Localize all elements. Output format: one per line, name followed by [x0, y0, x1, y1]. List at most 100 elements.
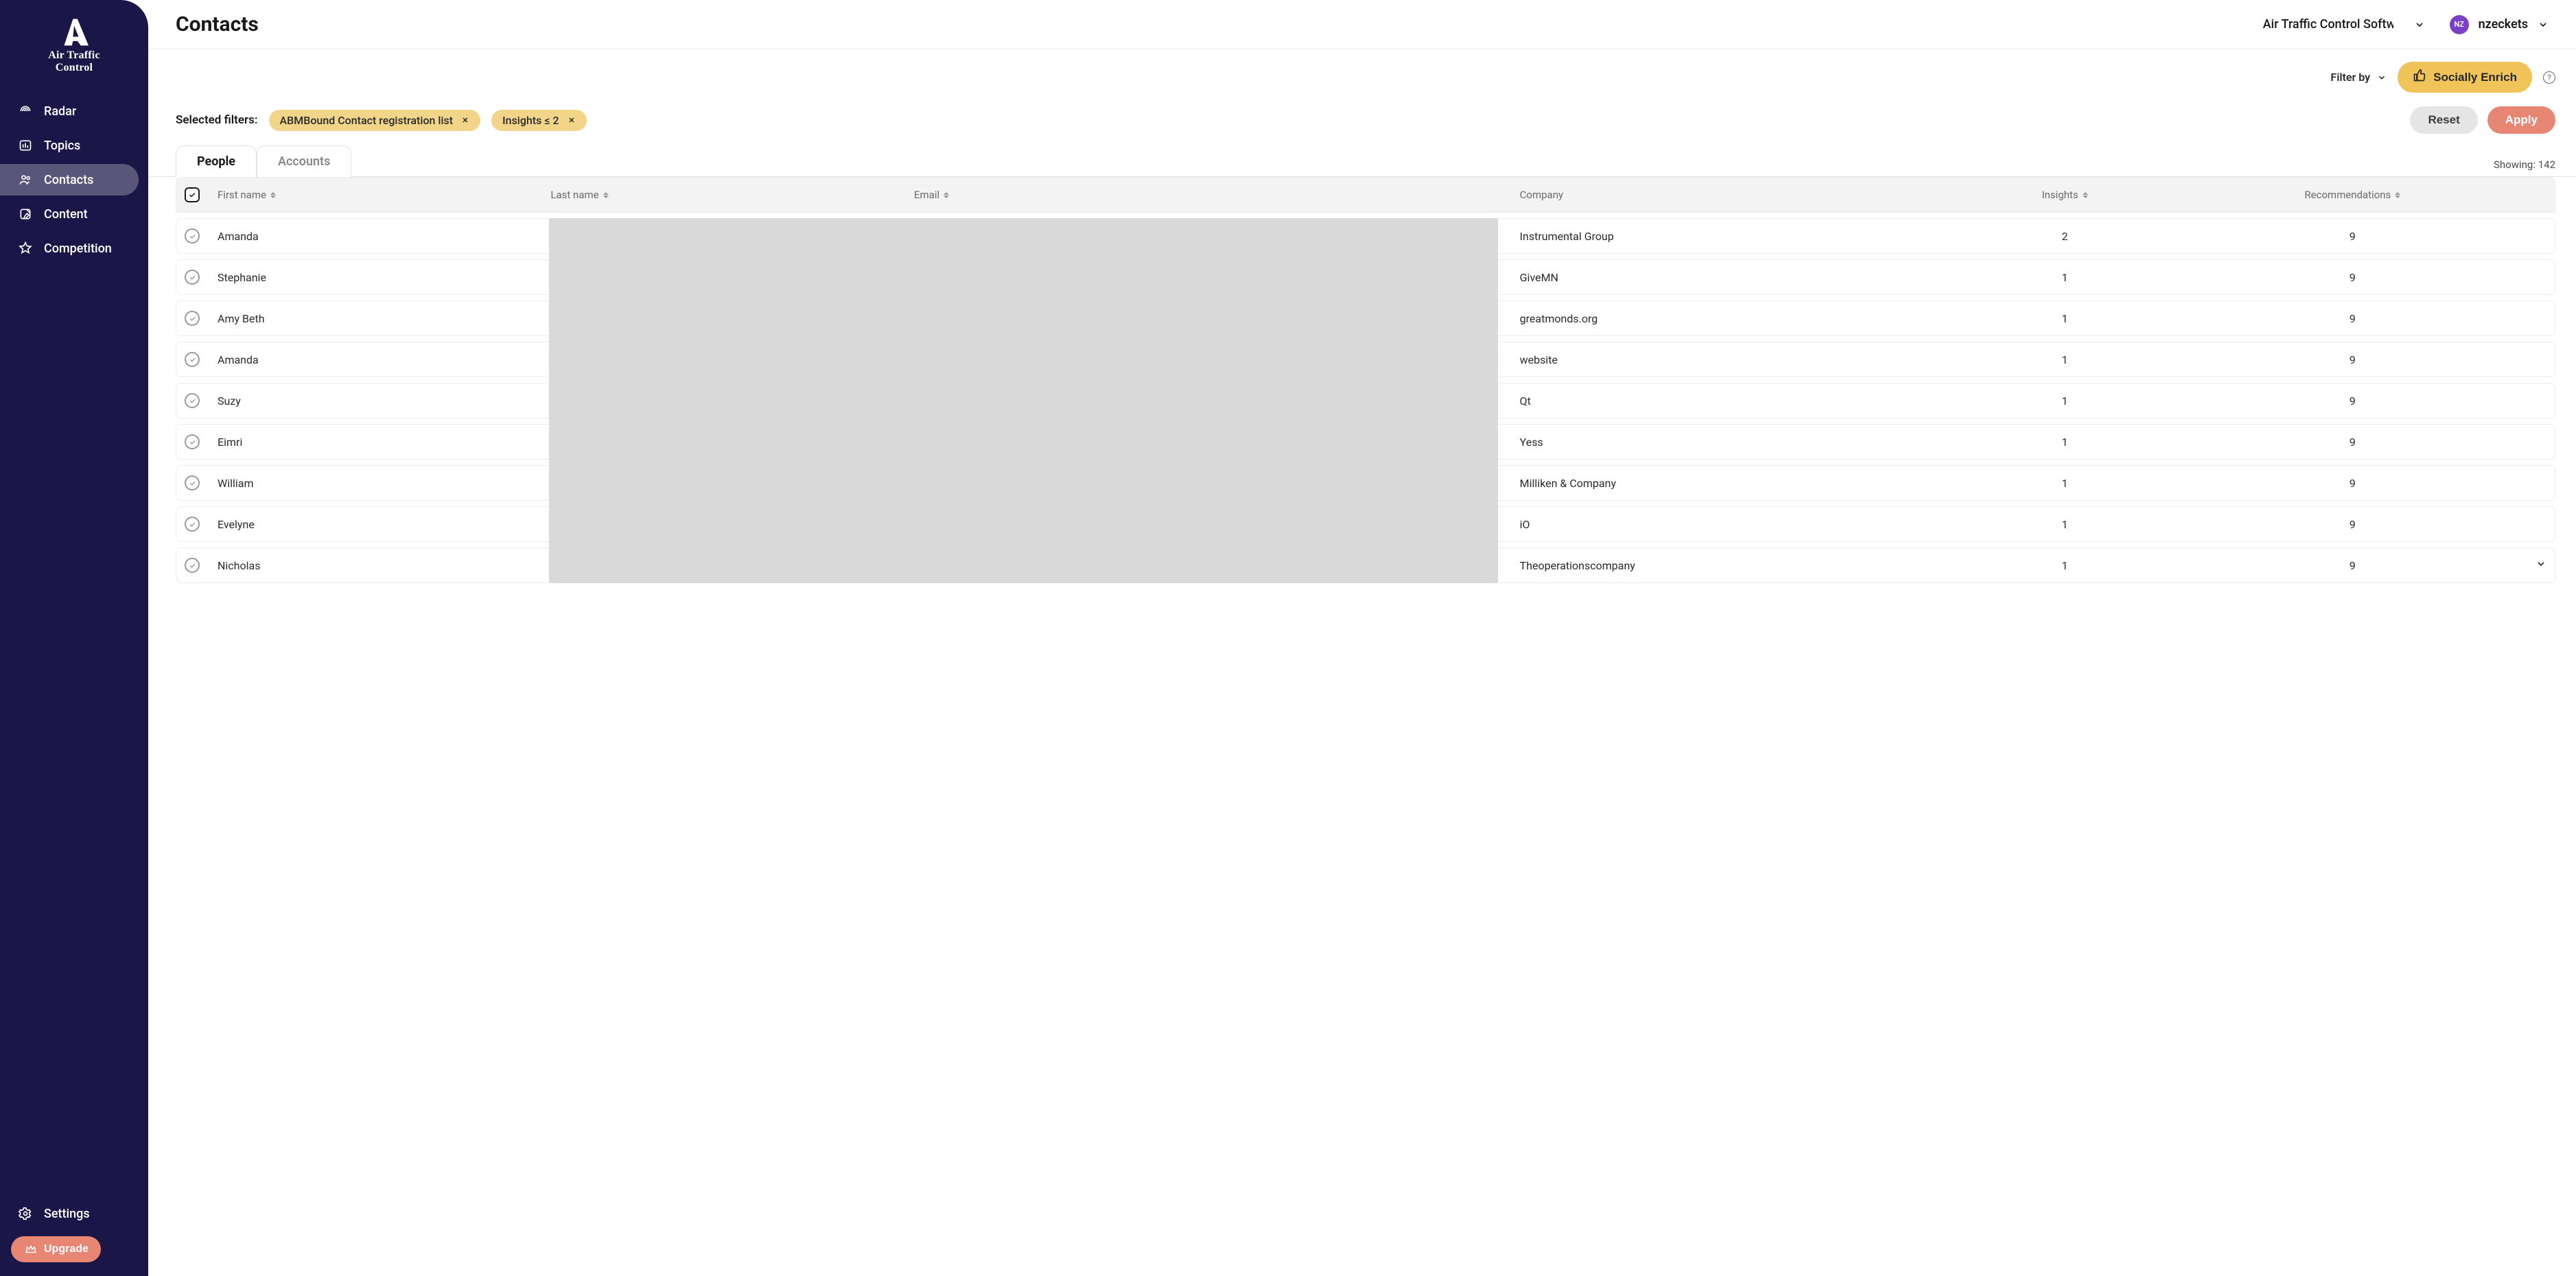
filter-chip: Insights ≤ 2 [491, 110, 586, 131]
table-row[interactable]: EvelyneBerdenevelyne.berden@iodigital.co… [176, 506, 2555, 542]
tab-accounts[interactable]: Accounts [257, 145, 351, 177]
col-email[interactable]: Email [914, 189, 1520, 201]
help-icon[interactable]: ? [2543, 71, 2555, 84]
nav-settings[interactable]: Settings [0, 1198, 139, 1229]
filters-row: Selected filters: ABMBound Contact regis… [148, 98, 2576, 145]
sort-icon [270, 192, 276, 198]
row-checkbox[interactable] [185, 393, 200, 408]
cell-email: nick@theoperationscompany.com [914, 559, 1520, 572]
table-row[interactable]: AmandaBagleya@amandalucybagley.comwebsit… [176, 342, 2555, 377]
main-content: Contacts Air Traffic Control Softwa NZ n… [148, 0, 2576, 1276]
selected-filters-label: Selected filters: [176, 113, 258, 127]
table-row[interactable]: Amy BethAschermanamy.ascherman@greatmond… [176, 300, 2555, 336]
nav-label: Topics [44, 139, 80, 153]
workspace-selector[interactable]: Air Traffic Control Softwa [2263, 17, 2425, 32]
chevron-down-icon [2538, 19, 2549, 30]
chip-remove[interactable] [567, 116, 576, 124]
col-insights[interactable]: Insights [2041, 189, 2087, 201]
nav-label: Competition [44, 241, 112, 256]
cell-first-name: Evelyne [218, 518, 550, 531]
chip-remove[interactable] [461, 116, 469, 124]
sidebar: Air Traffic Control Radar Topics [0, 0, 148, 1276]
enrich-label: Socially Enrich [2433, 71, 2517, 84]
nav-topics[interactable]: Topics [0, 130, 139, 161]
workspace-name: Air Traffic Control Softwa [2263, 17, 2393, 32]
avatar: NZ [2450, 15, 2469, 34]
cell-insights: 1 [1943, 394, 2186, 407]
cell-last-name: Bar [550, 436, 914, 449]
toolbar: Filter by Socially Enrich ? [148, 49, 2576, 98]
cell-insights: 1 [1943, 436, 2186, 449]
tab-people[interactable]: People [176, 145, 257, 177]
nav-label: Contacts [44, 173, 93, 187]
select-all-checkbox[interactable] [185, 187, 200, 202]
competition-icon [18, 241, 33, 256]
filter-by-dropdown[interactable]: Filter by [2330, 71, 2387, 84]
table-row[interactable]: AmandaAlthausaalthaus@instrumental.netIn… [176, 218, 2555, 254]
table-row[interactable]: NicholasBertolinonick@theoperationscompa… [176, 547, 2555, 583]
nav-label: Radar [44, 104, 76, 119]
cell-insights: 1 [1943, 312, 2186, 325]
upgrade-button[interactable]: Upgrade [11, 1236, 101, 1262]
row-checkbox[interactable] [185, 270, 200, 285]
cell-first-name: William [218, 477, 550, 490]
cell-last-name: Berden [550, 518, 914, 531]
cell-company: Qt [1520, 394, 1944, 407]
cell-company: Yess [1520, 436, 1944, 449]
nav-content[interactable]: Content [0, 198, 139, 230]
cell-last-name: Ascherman [550, 312, 914, 325]
topics-icon [18, 138, 33, 153]
contacts-icon [18, 172, 33, 187]
apply-button[interactable]: Apply [2487, 106, 2555, 134]
row-checkbox[interactable] [185, 311, 200, 326]
col-company[interactable]: Company [1520, 189, 1944, 201]
table-row[interactable]: EimriBareimrib@yess.aiYess19 [176, 424, 2555, 460]
cell-insights: 1 [1943, 559, 2186, 572]
col-last-name[interactable]: Last name [550, 189, 914, 201]
nav-radar[interactable]: Radar [0, 95, 139, 127]
cell-recommendations: 9 [2186, 518, 2519, 531]
user-menu[interactable]: NZ nzeckets [2450, 15, 2549, 34]
cell-company: Theoperationscompany [1520, 559, 1944, 572]
col-first-name[interactable]: First name [218, 189, 550, 201]
col-recommendations[interactable]: Recommendations [2304, 189, 2400, 201]
cell-first-name: Nicholas [218, 559, 550, 572]
cell-last-name: Barnett [550, 477, 914, 490]
cell-recommendations: 9 [2186, 353, 2519, 366]
row-checkbox[interactable] [185, 434, 200, 449]
chevron-down-icon[interactable] [2536, 559, 2546, 572]
cell-email: a@amandalucybagley.com [914, 353, 1520, 366]
reset-button[interactable]: Reset [2410, 106, 2477, 134]
cell-recommendations: 9 [2186, 271, 2519, 284]
nav-contacts[interactable]: Contacts [0, 164, 139, 196]
cell-first-name: Suzy [218, 394, 550, 407]
chip-label: ABMBound Contact registration list [280, 114, 454, 127]
cell-recommendations: 9 [2186, 312, 2519, 325]
table-row[interactable]: SuzyBalksuzy.balk@qt.ioQt19 [176, 383, 2555, 418]
cell-insights: 2 [1943, 230, 2186, 243]
row-checkbox[interactable] [185, 475, 200, 491]
page-title: Contacts [176, 12, 259, 36]
row-checkbox[interactable] [185, 558, 200, 573]
cell-company: GiveMN [1520, 271, 1944, 284]
filter-by-label: Filter by [2330, 71, 2370, 84]
nav-competition[interactable]: Competition [0, 233, 139, 264]
table-row[interactable]: WilliamBarnettwilliam.barnett@milliken.c… [176, 465, 2555, 501]
socially-enrich-button[interactable]: Socially Enrich [2398, 62, 2532, 93]
cell-insights: 1 [1943, 518, 2186, 531]
cell-recommendations: 9 [2186, 559, 2519, 572]
cell-recommendations: 9 [2186, 436, 2519, 449]
tabs-row: People Accounts Showing: 142 [148, 145, 2576, 177]
gear-icon [18, 1206, 33, 1221]
sort-icon [944, 192, 949, 198]
cell-company: greatmonds.org [1520, 312, 1944, 325]
cell-email: suzy.balk@qt.io [914, 394, 1520, 407]
chevron-down-icon [2414, 19, 2425, 30]
table-row[interactable]: StephanieAndersonsteph@givemn.orgGiveMN1… [176, 259, 2555, 295]
radar-icon [18, 104, 33, 119]
row-checkbox[interactable] [185, 517, 200, 532]
row-checkbox[interactable] [185, 228, 200, 244]
row-checkbox[interactable] [185, 352, 200, 367]
sort-icon [603, 192, 609, 198]
cell-insights: 1 [1943, 271, 2186, 284]
